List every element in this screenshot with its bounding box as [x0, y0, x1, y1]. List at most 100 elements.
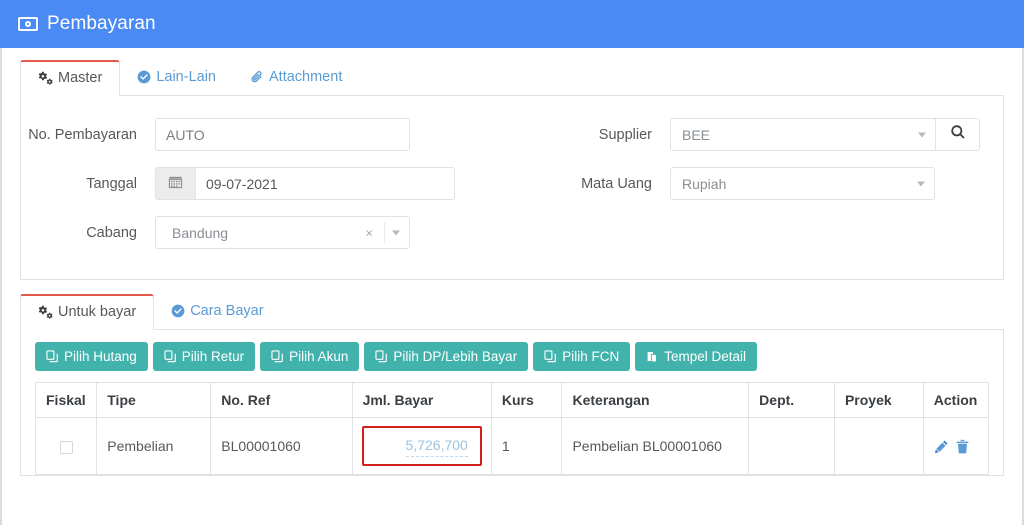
supplier-select[interactable]: BEE — [670, 118, 936, 151]
table-body: Pembelian BL00001060 5,726,700 1 Pembeli… — [34, 417, 990, 475]
mata-uang-select[interactable]: Rupiah — [670, 167, 935, 200]
mata-uang-field-wrap: Rupiah — [666, 167, 980, 200]
tanggal-field-wrap: 09-07-2021 — [151, 167, 541, 200]
window-left-edge — [0, 48, 2, 525]
detail-toolbar: Pilih Hutang Pilih Retur Pilih Akun Pili… — [35, 342, 989, 371]
th-dept: Dept. — [748, 382, 835, 418]
tempel-detail-label: Tempel Detail — [664, 349, 747, 364]
cabang-select[interactable]: Bandung × — [155, 216, 410, 249]
check-circle-icon — [171, 304, 185, 318]
calendar-icon — [168, 174, 183, 194]
pilih-akun-label: Pilih Akun — [289, 349, 349, 364]
no-pembayaran-input[interactable]: AUTO — [155, 118, 410, 151]
copy-icon — [164, 350, 177, 363]
supplier-value: BEE — [682, 126, 711, 143]
cell-jml-bayar: 5,726,700 — [351, 417, 492, 475]
master-tabstrip: Master Lain-Lain Attachment — [20, 60, 1004, 96]
paperclip-icon — [250, 70, 264, 84]
master-panel-body: No. Pembayaran AUTO Supplier BEE Tanggal… — [20, 96, 1004, 280]
copy-icon — [544, 350, 557, 363]
th-keterangan: Keterangan — [561, 382, 750, 418]
cabang-label: Cabang — [86, 225, 137, 241]
tanggal-calendar-button[interactable] — [155, 167, 195, 200]
detail-panel: Untuk bayar Cara Bayar Pilih Hutang Pili… — [20, 294, 1004, 476]
detail-panel-body: Pilih Hutang Pilih Retur Pilih Akun Pili… — [20, 330, 1004, 476]
cogs-icon — [38, 305, 53, 320]
tanggal-label: Tanggal — [86, 176, 137, 192]
tab-untuk-bayar[interactable]: Untuk bayar — [20, 294, 155, 330]
mata-uang-value: Rupiah — [682, 175, 727, 192]
mata-uang-label: Mata Uang — [581, 176, 652, 192]
table-head: Fiskal Tipe No. Ref Jml. Bayar Kurs Kete… — [34, 382, 990, 418]
tab-attachment-label: Attachment — [269, 68, 343, 85]
supplier-label: Supplier — [598, 127, 652, 143]
payment-detail-table: Fiskal Tipe No. Ref Jml. Bayar Kurs Kete… — [34, 382, 990, 475]
pilih-akun-button[interactable]: Pilih Akun — [260, 342, 360, 371]
tab-master[interactable]: Master — [20, 60, 121, 96]
chevron-down-icon — [392, 230, 400, 235]
cell-action — [922, 417, 990, 475]
edit-icon[interactable] — [934, 439, 949, 454]
tab-cara-bayar-label: Cara Bayar — [190, 302, 264, 319]
th-jml-bayar: Jml. Bayar — [351, 382, 492, 418]
money-bill-icon — [18, 17, 38, 31]
cell-dept — [748, 417, 835, 475]
cell-keterangan: Pembelian BL00001060 — [561, 417, 750, 475]
select-divider — [384, 222, 385, 243]
copy-icon — [375, 350, 388, 363]
tanggal-input[interactable]: 09-07-2021 — [195, 167, 455, 200]
master-panel: Master Lain-Lain Attachment No. Pembayar… — [20, 60, 1004, 280]
jml-bayar-value[interactable]: 5,726,700 — [405, 435, 468, 457]
cell-no-ref: BL00001060 — [210, 417, 353, 475]
th-tipe: Tipe — [96, 382, 212, 418]
table-row: Pembelian BL00001060 5,726,700 1 Pembeli… — [34, 417, 990, 475]
tab-cara-bayar[interactable]: Cara Bayar — [154, 293, 280, 329]
cell-fiskal — [34, 417, 98, 475]
pilih-fcn-button[interactable]: Pilih FCN — [533, 342, 631, 371]
copy-icon — [271, 350, 284, 363]
delete-icon[interactable] — [955, 439, 970, 454]
search-icon — [950, 124, 966, 145]
chevron-down-icon — [918, 132, 926, 137]
th-no-ref: No. Ref — [210, 382, 353, 418]
th-proyek: Proyek — [833, 382, 924, 418]
jml-bayar-highlight-box: 5,726,700 — [361, 426, 482, 466]
pilih-hutang-button[interactable]: Pilih Hutang — [35, 342, 148, 371]
no-pembayaran-field-wrap: AUTO — [151, 118, 541, 151]
cell-proyek — [833, 417, 924, 475]
clear-icon[interactable]: × — [365, 225, 373, 240]
chevron-down-icon — [917, 181, 925, 186]
pilih-hutang-label: Pilih Hutang — [64, 349, 137, 364]
pilih-retur-label: Pilih Retur — [181, 349, 245, 364]
copy-icon — [46, 350, 59, 363]
cell-kurs: 1 — [490, 417, 563, 475]
tab-untuk-bayar-label: Untuk bayar — [58, 304, 137, 321]
cell-tipe: Pembelian — [96, 417, 212, 475]
fiskal-checkbox[interactable] — [59, 440, 73, 454]
pilih-dp-lebih-bayar-label: Pilih DP/Lebih Bayar — [393, 349, 518, 364]
payment-form-window: Pembayaran Master Lain-Lain Attachment N… — [0, 0, 1024, 525]
tempel-detail-button[interactable]: Tempel Detail — [635, 342, 758, 371]
check-circle-icon — [137, 70, 151, 84]
master-form: No. Pembayaran AUTO Supplier BEE Tanggal… — [21, 114, 1003, 265]
detail-tabstrip: Untuk bayar Cara Bayar — [20, 294, 1004, 330]
tab-lain-lain[interactable]: Lain-Lain — [120, 59, 233, 95]
tab-master-label: Master — [58, 70, 103, 87]
cogs-icon — [38, 71, 53, 86]
supplier-search-button[interactable] — [936, 118, 980, 151]
paste-icon — [646, 350, 659, 363]
window-titlebar: Pembayaran — [0, 0, 1024, 48]
table-header-row: Fiskal Tipe No. Ref Jml. Bayar Kurs Kete… — [34, 382, 990, 418]
pilih-fcn-label: Pilih FCN — [562, 349, 620, 364]
cabang-field-wrap: Bandung × — [151, 216, 541, 249]
page-title: Pembayaran — [47, 13, 156, 34]
no-pembayaran-label: No. Pembayaran — [28, 127, 137, 143]
th-kurs: Kurs — [490, 382, 563, 418]
pilih-dp-lebih-bayar-button[interactable]: Pilih DP/Lebih Bayar — [364, 342, 529, 371]
tab-attachment[interactable]: Attachment — [233, 59, 359, 95]
tab-lain-lain-label: Lain-Lain — [156, 68, 216, 85]
pilih-retur-button[interactable]: Pilih Retur — [152, 342, 256, 371]
th-fiskal: Fiskal — [34, 382, 98, 418]
cabang-value: Bandung — [172, 224, 229, 241]
supplier-field-wrap: BEE — [666, 118, 980, 151]
